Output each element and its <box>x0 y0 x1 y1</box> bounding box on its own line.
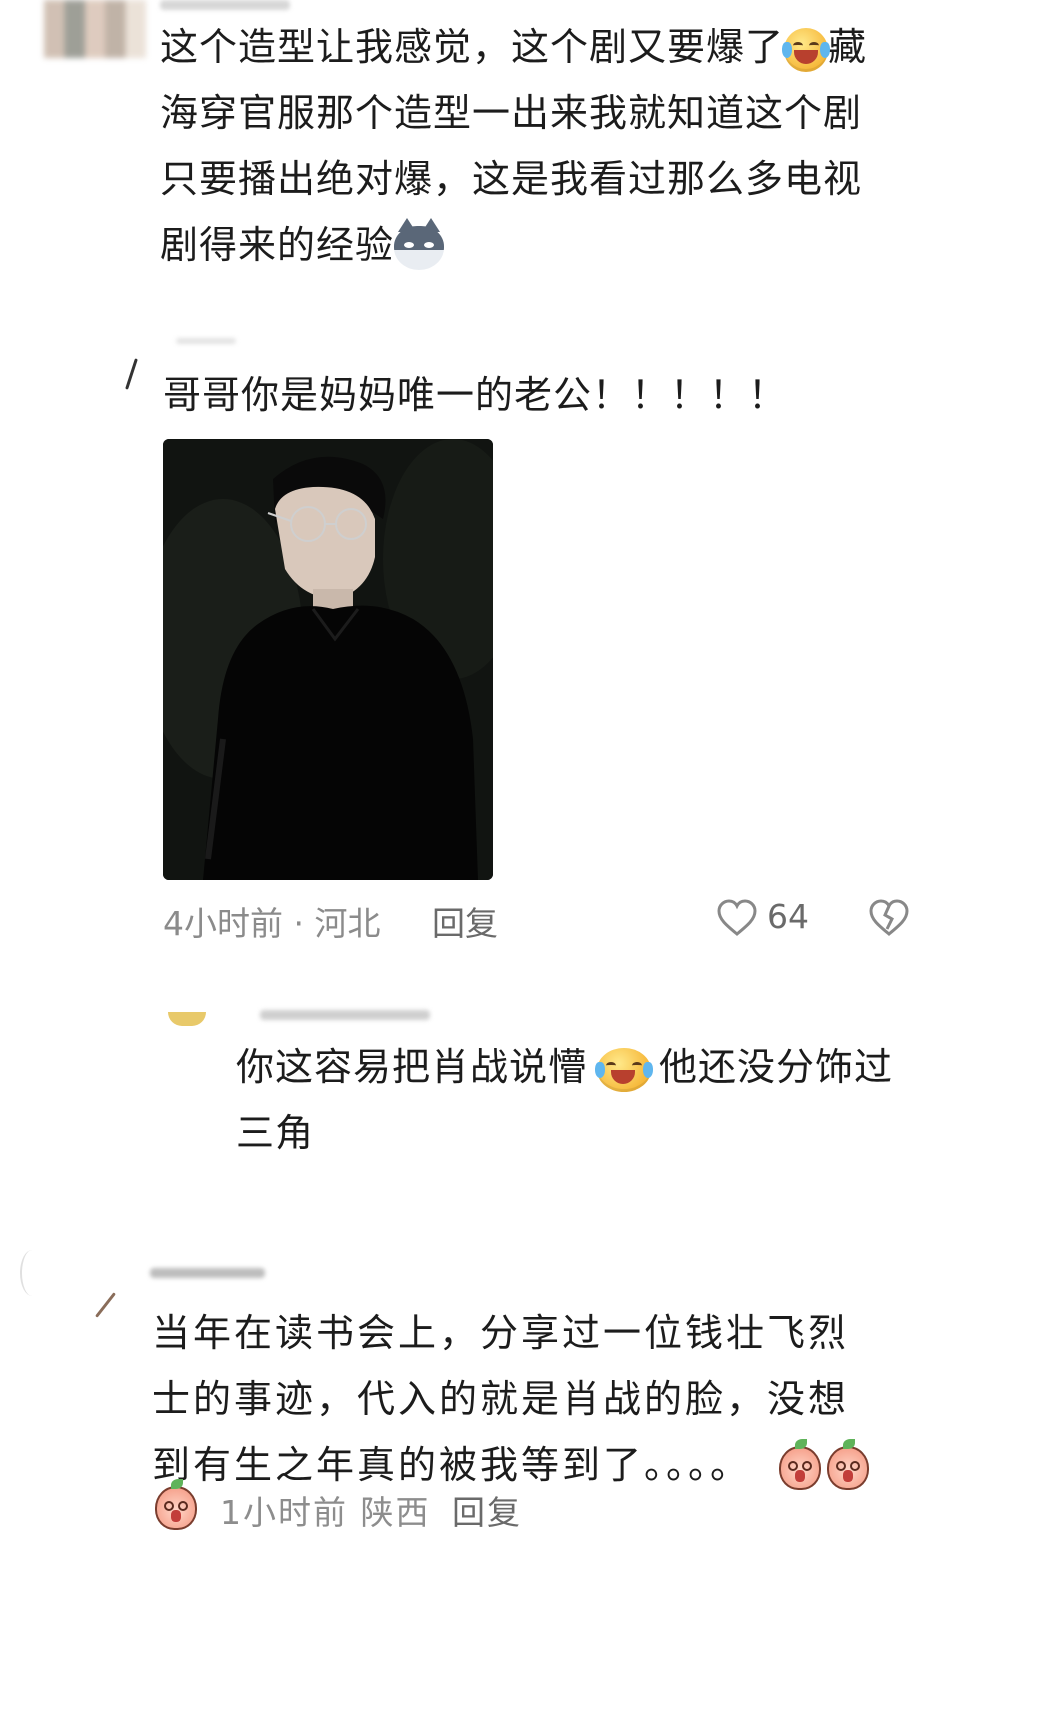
username-blurred-3[interactable] <box>260 1010 430 1020</box>
username-blurred-4[interactable] <box>150 1268 265 1278</box>
comment-2-meta: 4小时前 · 河北 <box>163 897 381 945</box>
laugh-cry-emoji-icon <box>595 1047 654 1092</box>
peach-emoji-icon <box>827 1438 870 1490</box>
comment-3-line-2: 三角 <box>236 1111 315 1155</box>
comment-1-line-3: 只要播出绝对爆，这是我看过那么多电视 <box>160 157 863 201</box>
comment-4-text: 当年在读书会上，分享过一位钱壮飞烈 士的事迹，代入的就是肖战的脸，没想 到有生之… <box>152 1300 1022 1498</box>
comment-2-time: 4小时前 <box>163 904 283 943</box>
avatar-edge-mark-4 <box>95 1292 116 1318</box>
comment-1-line-4: 剧得来的经验 <box>160 223 395 267</box>
comment-4-meta: 1小时前 陕西 <box>220 1486 431 1534</box>
comment-4-location: 陕西 <box>360 1493 431 1532</box>
comment-1-line-1: 这个造型让我感觉，这个剧又要爆了 <box>160 25 785 69</box>
avatar-cropped-4[interactable] <box>20 1250 44 1296</box>
comment-2-location: 河北 <box>314 904 381 943</box>
comment-4-time: 1小时前 <box>220 1493 348 1532</box>
laugh-cry-emoji-icon <box>782 27 831 72</box>
comment-2-reply-button[interactable]: 回复 <box>432 897 498 945</box>
comment-1-line-2: 海穿官服那个造型一出来我就知道这个剧 <box>160 91 863 135</box>
username-blurred-2[interactable] <box>176 338 236 344</box>
comment-3-text: 你这容易把肖战说懵 他还没分饰过 三角 <box>236 1034 1026 1166</box>
comment-1-text: 这个造型让我感觉，这个剧又要爆了藏 海穿官服那个造型一出来我就知道这个剧 只要播… <box>160 14 1020 278</box>
comment-4-line-2: 士的事迹，代入的就是肖战的脸，没想 <box>152 1377 850 1421</box>
comment-4-line-1: 当年在读书会上，分享过一位钱壮飞烈 <box>152 1311 850 1355</box>
comment-4-line-3: 到有生之年真的被我等到了。。。。 <box>152 1443 752 1487</box>
comment-2-photo[interactable] <box>163 439 493 880</box>
peach-emoji-icon <box>779 1438 822 1490</box>
avatar-cropped-3[interactable] <box>168 1012 206 1026</box>
avatar-edge-mark <box>125 358 138 390</box>
like-heart-icon[interactable] <box>716 899 758 937</box>
comment-3-part-2: 他还没分饰过 <box>659 1045 894 1089</box>
peach-emoji-icon <box>155 1479 197 1530</box>
sly-cat-emoji-icon <box>394 217 445 270</box>
comment-2-text: 哥哥你是妈妈唯一的老公！！！！！ <box>163 373 788 417</box>
photo-figure-image <box>163 439 493 880</box>
meta-separator: · <box>293 904 305 943</box>
avatar-blurred[interactable] <box>44 0 146 58</box>
username-blurred[interactable] <box>160 0 290 10</box>
comment-3-part-1: 你这容易把肖战说懵 <box>236 1045 588 1089</box>
comment-4-reply-button[interactable]: 回复 <box>452 1486 522 1534</box>
comment-1-line-1-tail: 藏 <box>828 25 868 69</box>
dislike-broken-heart-icon[interactable] <box>868 899 910 937</box>
like-count: 64 <box>767 897 809 936</box>
